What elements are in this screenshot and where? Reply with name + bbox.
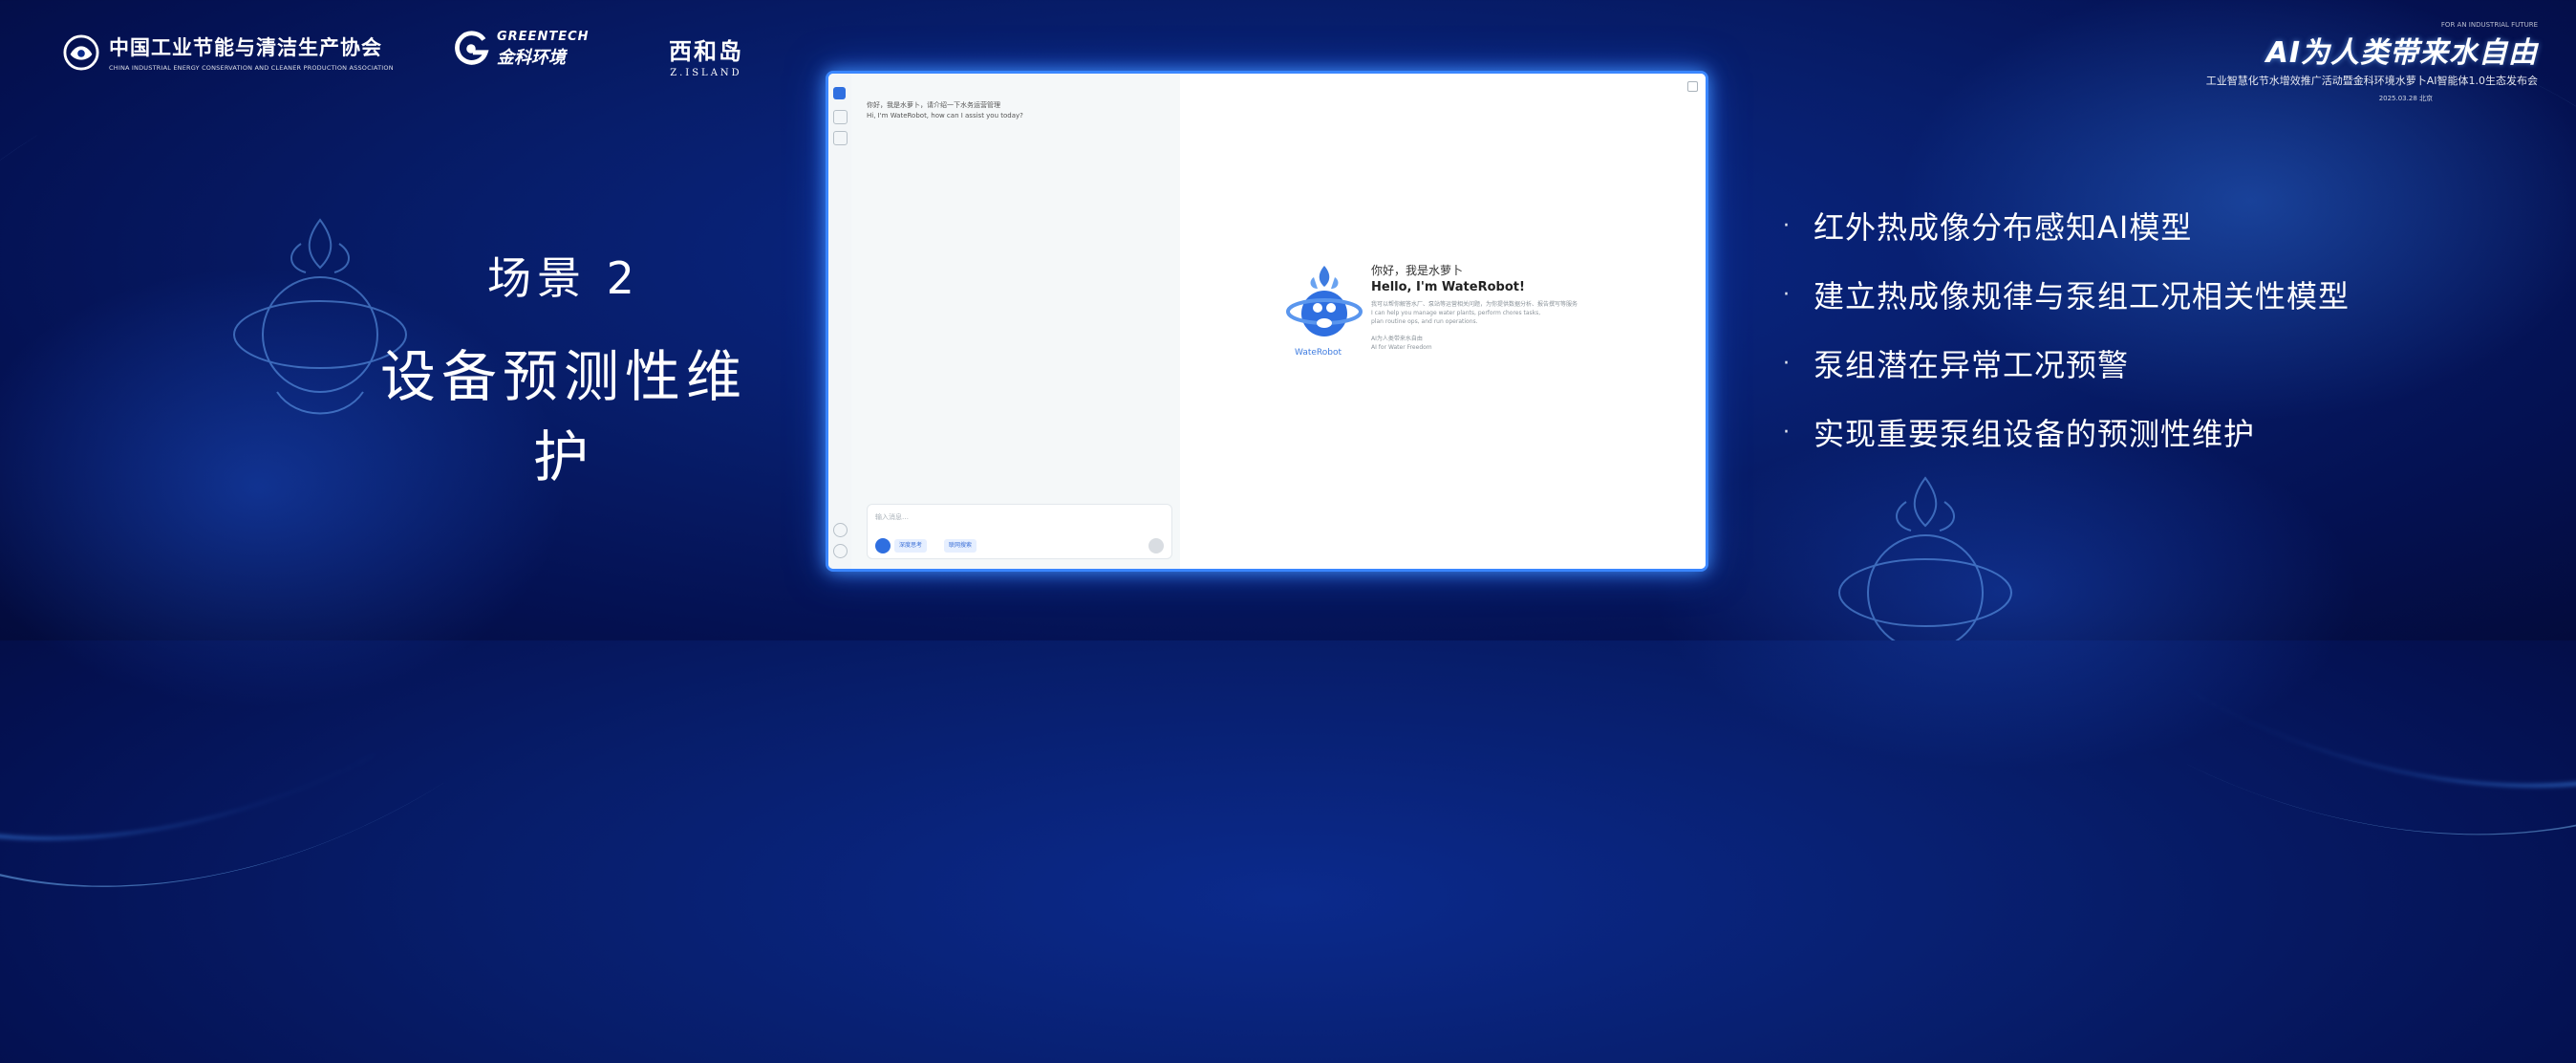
event-title-block: FOR AN INDUSTRIAL FUTURE AI为人类带来水自由 工业智慧… [2206,21,2538,103]
robot-name: WateRobot [1295,348,1342,358]
scene-title: 场景 2 设备预测性维护 [354,244,774,492]
settings-icon[interactable] [833,523,848,537]
welcome-description: 我可以帮你解答水厂、泵站等运营相关问题，为你提供数据分析、报告撰写等服务 I c… [1371,300,1578,352]
feature-item: · 红外热成像分布感知AI模型 [1783,191,2350,260]
ciecpa-name-en: CHINA INDUSTRIAL ENERGY CONSERVATION AND… [109,64,394,72]
welcome-title-en: Hello, I'm WateRobot! [1371,280,1525,294]
feature-list: · 红外热成像分布感知AI模型 · 建立热成像规律与泵组工况相关性模型 · 泵组潜在异… [1783,191,2350,466]
history-icon[interactable] [833,110,848,124]
welcome-card: WateRobot 你好，我是水萝卜 Hello, I'm WateRobot!… [1283,260,1627,375]
event-title: AI为人类带来水自由 [2265,36,2538,70]
chat-pane: 你好，我是水萝卜，请介绍一下水务运营管理 Hi, I'm WateRobot, … [851,74,1181,569]
zisland-name-cn: 西和岛 [669,37,743,65]
feature-item: · 建立热成像规律与泵组工况相关性模型 [1783,260,2350,329]
ciecpa-name-cn: 中国工业节能与清洁生产协会 [109,36,382,59]
app-side-rail [828,74,852,569]
welcome-desc-line: 我可以帮你解答水厂、泵站等运营相关问题，为你提供数据分析、报告撰写等服务 [1371,301,1578,308]
ciecpa-logo: 中国工业节能与清洁生产协会 CHINA INDUSTRIAL ENERGY CO… [63,33,394,72]
user-icon[interactable] [833,544,848,558]
welcome-desc-line: AI for Water Freedom [1371,344,1432,351]
bullet-dot-icon: · [1783,213,1791,238]
greentech-name-cn: 金科环境 [497,47,566,68]
chat-message: 你好，我是水萝卜，请介绍一下水务运营管理 [867,101,1000,109]
welcome-title-cn: 你好，我是水萝卜 [1371,264,1464,277]
scene-number: 场景 2 [487,252,640,304]
chat-input-placeholder: 输入消息… [875,513,909,521]
welcome-desc-line: AI为人类带来水自由 [1371,336,1423,342]
feature-item: · 实现重要泵组设备的预测性维护 [1783,398,2350,466]
waterobot-mascot-icon [1286,266,1363,336]
chat-input-box[interactable]: 输入消息… 深度思考 联网搜索 [867,504,1172,559]
zisland-name-en: Z.ISLAND [670,68,742,78]
new-chat-icon[interactable] [833,87,846,99]
app-window: 你好，我是水萝卜，请介绍一下水务运营管理 Hi, I'm WateRobot, … [826,71,1708,572]
feature-text: 实现重要泵组设备的预测性维护 [1814,416,2256,452]
welcome-desc-line [1371,326,1578,335]
robot-outline-decoration-right [1838,476,2012,640]
greentech-g-icon [455,31,489,65]
greentech-name-en: GREENTECH [497,29,590,44]
bullet-dot-icon: · [1783,282,1791,307]
send-button[interactable] [1148,538,1164,553]
chat-message: Hi, I'm WateRobot, how can I assist you … [867,112,1023,119]
bullet-dot-icon: · [1783,351,1791,376]
feature-text: 泵组潜在异常工况预警 [1814,347,2130,383]
expand-icon[interactable] [1687,81,1698,92]
event-subtitle: 工业智慧化节水增效推广活动暨金科环境水萝卜AI智能体1.0生态发布会 [2205,75,2538,87]
ciecpa-emblem-icon [63,33,99,71]
folder-icon[interactable] [833,131,848,145]
voice-input-icon[interactable] [875,538,891,553]
background-swoosh [0,0,891,1063]
feature-text: 红外热成像分布感知AI模型 [1814,209,2193,246]
scene-name: 设备预测性维护 [379,344,747,489]
event-date: 2025.03.28 北京 [2378,95,2433,102]
greentech-logo: GREENTECH 金科环境 [451,29,590,69]
feature-item: · 泵组潜在异常工况预警 [1783,329,2350,398]
welcome-desc-line: I can help you manage water plants, perf… [1371,310,1541,316]
event-pre-title: FOR AN INDUSTRIAL FUTURE [2440,21,2538,29]
deep-think-chip[interactable]: 深度思考 [894,539,928,553]
zisland-logo: 西和岛 Z.ISLAND [669,33,743,78]
welcome-desc-line: plan routine ops, and run operations. [1371,318,1478,325]
bullet-dot-icon: · [1783,420,1791,445]
main-pane: WateRobot 你好，我是水萝卜 Hello, I'm WateRobot!… [1180,74,1706,569]
welcome-text: 你好，我是水萝卜 Hello, I'm WateRobot! 我可以帮你解答水厂… [1371,262,1578,352]
web-search-chip[interactable]: 联网搜索 [944,539,977,553]
feature-text: 建立热成像规律与泵组工况相关性模型 [1814,278,2351,315]
